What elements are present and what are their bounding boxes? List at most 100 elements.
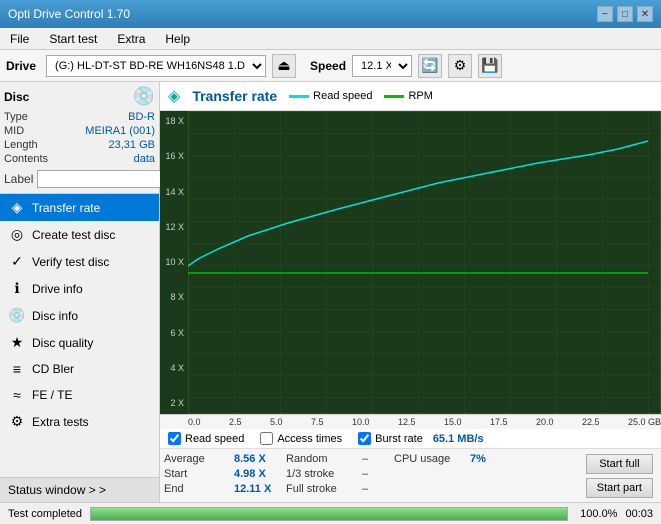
x-axis: 0.0 2.5 5.0 7.5 10.0 12.5 15.0 17.5 20.0… (160, 414, 661, 429)
stats-random-value: – (362, 453, 382, 465)
menu-help[interactable]: Help (159, 30, 196, 48)
drive-label: Drive (6, 59, 36, 73)
x-label-10: 10.0 (352, 417, 370, 427)
disc-mid-value: MEIRA1 (001) (85, 125, 155, 137)
checkbox-access-times-input[interactable] (260, 432, 273, 445)
checkbox-burst-rate-label: Burst rate (375, 433, 423, 445)
disc-type-label: Type (4, 111, 28, 123)
close-button[interactable]: ✕ (637, 6, 653, 22)
checkbox-read-speed: Read speed (168, 432, 244, 445)
chart-icon: ◈ (168, 86, 180, 106)
stats-start-label: Start (164, 468, 234, 480)
y-label-2: 2 X (160, 399, 186, 408)
status-window-button[interactable]: Status window > > (0, 477, 159, 502)
sidebar-item-verify-test-disc[interactable]: ✓ Verify test disc (0, 248, 159, 275)
options-button[interactable]: ⚙ (448, 54, 472, 78)
sidebar-item-label-extra-tests: Extra tests (32, 415, 89, 429)
stats-cpu-value: 7% (470, 453, 510, 465)
disc-length-row: Length 23,31 GB (4, 139, 155, 151)
checkbox-burst-rate: Burst rate 65.1 MB/s (358, 432, 483, 445)
stats-1-3-stroke-label: 1/3 stroke (286, 468, 356, 480)
cd-bler-icon: ≡ (8, 361, 26, 377)
disc-info-panel: Disc 💿 Type BD-R MID MEIRA1 (001) Length… (0, 82, 159, 194)
verify-test-disc-icon: ✓ (8, 253, 26, 270)
y-label-16: 16 X (160, 152, 186, 161)
maximize-button[interactable]: □ (617, 6, 633, 22)
stats-area: Average 8.56 X Random – CPU usage 7% Sta… (160, 449, 661, 502)
sidebar-item-label-create-test-disc: Create test disc (32, 228, 115, 242)
x-label-22.5: 22.5 (582, 417, 600, 427)
title-bar: Opti Drive Control 1.70 − □ ✕ (0, 0, 661, 28)
save-button[interactable]: 💾 (478, 54, 502, 78)
checkbox-access-times: Access times (260, 432, 342, 445)
stats-cpu-label: CPU usage (394, 453, 464, 465)
y-label-18: 18 X (160, 117, 186, 126)
y-label-12: 12 X (160, 223, 186, 232)
chart-title: Transfer rate (192, 88, 277, 104)
stats-buttons: Start full Start part (582, 453, 657, 498)
menu-file[interactable]: File (4, 30, 35, 48)
status-time: 00:03 (625, 508, 653, 520)
chart-wrapper: 18 X 16 X 14 X 12 X 10 X 8 X 6 X 4 X 2 X (160, 111, 661, 429)
eject-button[interactable]: ⏏ (272, 54, 296, 78)
checkbox-read-speed-input[interactable] (168, 432, 181, 445)
main-content: Disc 💿 Type BD-R MID MEIRA1 (001) Length… (0, 82, 661, 502)
progress-bar-container (90, 507, 568, 521)
sidebar-item-label-fe-te: FE / TE (32, 388, 72, 402)
disc-label-key: Label (4, 172, 33, 186)
fe-te-icon: ≈ (8, 387, 26, 403)
sidebar-item-label-cd-bler: CD Bler (32, 362, 74, 376)
sidebar-item-create-test-disc[interactable]: ◎ Create test disc (0, 221, 159, 248)
menu-bar: File Start test Extra Help (0, 28, 661, 50)
stats-start-value: 4.98 X (234, 468, 274, 480)
sidebar-item-fe-te[interactable]: ≈ FE / TE (0, 382, 159, 408)
refresh-button[interactable]: 🔄 (418, 54, 442, 78)
sidebar-item-label-disc-quality: Disc quality (32, 336, 93, 350)
extra-tests-icon: ⚙ (8, 413, 26, 430)
drive-select[interactable]: (G:) HL-DT-ST BD-RE WH16NS48 1.D3 (46, 55, 266, 77)
sidebar-item-label-verify-test-disc: Verify test disc (32, 255, 109, 269)
stats-average-label: Average (164, 453, 234, 465)
toolbar: Drive (G:) HL-DT-ST BD-RE WH16NS48 1.D3 … (0, 50, 661, 82)
sidebar-item-transfer-rate[interactable]: ◈ Transfer rate (0, 194, 159, 221)
y-axis: 18 X 16 X 14 X 12 X 10 X 8 X 6 X 4 X 2 X (160, 111, 188, 414)
status-bar: Test completed 100.0% 00:03 (0, 502, 661, 524)
stats-average-value: 8.56 X (234, 453, 274, 465)
disc-info-icon: 💿 (8, 307, 26, 324)
sidebar-item-drive-info[interactable]: ℹ Drive info (0, 275, 159, 302)
sidebar-item-cd-bler[interactable]: ≡ CD Bler (0, 356, 159, 382)
legend-read-speed-color (289, 95, 309, 98)
app-title: Opti Drive Control 1.70 (8, 7, 130, 21)
sidebar-item-extra-tests[interactable]: ⚙ Extra tests (0, 408, 159, 435)
stats-1-3-stroke-value: – (362, 468, 368, 480)
start-full-button[interactable]: Start full (586, 454, 653, 474)
start-part-button[interactable]: Start part (586, 478, 653, 498)
legend-rpm-label: RPM (408, 90, 432, 102)
legend-read-speed: Read speed (289, 90, 372, 102)
disc-icon: 💿 (133, 86, 155, 107)
minimize-button[interactable]: − (597, 6, 613, 22)
burst-rate-value: 65.1 MB/s (433, 433, 484, 445)
sidebar-item-label-transfer-rate: Transfer rate (32, 201, 100, 215)
window-controls: − □ ✕ (597, 6, 653, 22)
disc-mid-row: MID MEIRA1 (001) (4, 125, 155, 137)
menu-extra[interactable]: Extra (111, 30, 151, 48)
sidebar-item-disc-info[interactable]: 💿 Disc info (0, 302, 159, 329)
disc-quality-icon: ★ (8, 334, 26, 351)
y-label-8: 8 X (160, 293, 186, 302)
stats-full-stroke-label: Full stroke (286, 483, 356, 495)
stats-columns: Average 8.56 X Random – CPU usage 7% Sta… (164, 453, 582, 498)
sidebar: Disc 💿 Type BD-R MID MEIRA1 (001) Length… (0, 82, 160, 502)
progress-percent: 100.0% (580, 508, 617, 520)
create-test-disc-icon: ◎ (8, 226, 26, 243)
stats-row-start: Start 4.98 X 1/3 stroke – (164, 468, 582, 480)
speed-select[interactable]: 12.1 X (352, 55, 412, 77)
checkbox-burst-rate-input[interactable] (358, 432, 371, 445)
disc-panel-title: Disc (4, 90, 29, 104)
sidebar-item-disc-quality[interactable]: ★ Disc quality (0, 329, 159, 356)
stats-end-value: 12.11 X (234, 483, 274, 495)
sidebar-item-label-drive-info: Drive info (32, 282, 83, 296)
y-label-14: 14 X (160, 188, 186, 197)
x-label-15: 15.0 (444, 417, 462, 427)
menu-start-test[interactable]: Start test (43, 30, 103, 48)
